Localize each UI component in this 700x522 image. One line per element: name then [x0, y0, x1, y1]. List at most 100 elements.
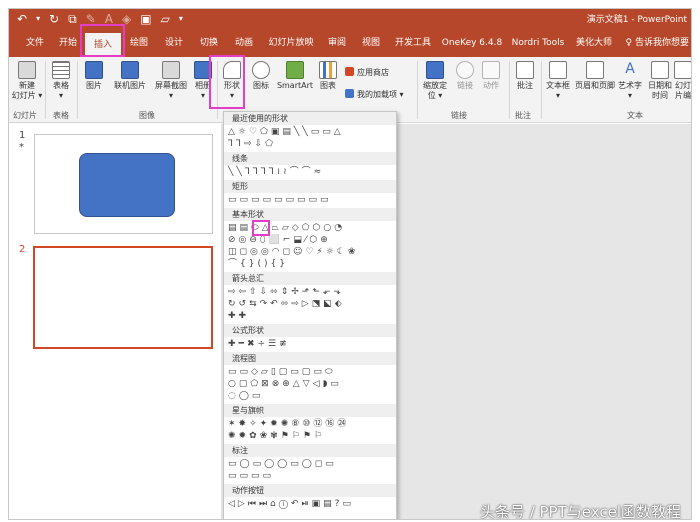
- header-footer-label: 页眉和页脚: [575, 81, 615, 90]
- tab-nordri-tools[interactable]: Nordri Tools: [506, 29, 570, 57]
- shape-glyphs[interactable]: ▭▭▭▭: [228, 471, 274, 481]
- shape-row-equation[interactable]: ✚━✖÷☰≢: [228, 339, 290, 349]
- tab-onekey[interactable]: OneKey 6.4.8: [440, 29, 504, 57]
- customize-qat-icon[interactable]: ▾: [179, 11, 183, 27]
- tab-draw[interactable]: 绘图: [122, 29, 156, 57]
- shape-row-rectangles[interactable]: ▭▭▭▭▭▭▭▭▭: [228, 195, 332, 205]
- chart-button[interactable]: 图表: [317, 61, 339, 91]
- window-title: 演示文稿1 - PowerPoint: [586, 15, 687, 25]
- comment-button[interactable]: 批注: [513, 61, 537, 91]
- slide-number-1: 1: [19, 130, 26, 141]
- slide-number-icon: [674, 61, 691, 79]
- shape-glyphs[interactable]: ✚✚: [228, 311, 249, 321]
- section-callouts: 标注: [224, 444, 396, 457]
- shape-glyphs[interactable]: ╲╲⅂⅂⅂⅂≀≀⌒⌒≈: [228, 167, 324, 177]
- tab-meihua-dashi[interactable]: 美化大师: [572, 29, 616, 57]
- save-icon[interactable]: ▣: [140, 11, 151, 27]
- tab-file[interactable]: 文件: [19, 29, 51, 57]
- slide-thumbnail-2[interactable]: [33, 246, 213, 349]
- shape-glyphs[interactable]: ▭▭◇▱▯▢▭▢▭⬭: [228, 367, 336, 377]
- smartart-button[interactable]: SmartArt: [275, 61, 315, 91]
- icons-button[interactable]: 图标: [249, 61, 273, 91]
- textbox-button[interactable]: 文本框 ▾: [543, 61, 573, 101]
- shape-glyphs[interactable]: ⊘◎⊖⬯⬜⌐⬓⁄⬡⊕: [228, 235, 331, 245]
- shape-glyphs[interactable]: ⅂⅂⇨⇩⬠: [228, 139, 276, 149]
- shape-row-callouts-2[interactable]: ▭▭▭▭: [228, 471, 274, 481]
- shape-row-recent-2[interactable]: ⅂⅂⇨⇩⬠: [228, 139, 276, 149]
- tab-view[interactable]: 视图: [354, 29, 388, 57]
- store-icon: [345, 67, 354, 76]
- start-from-beginning-icon[interactable]: ⧉: [68, 11, 77, 27]
- tell-me-label: 告诉我你想要: [634, 38, 689, 48]
- textbox-label: 文本框 ▾: [546, 81, 570, 100]
- shape-glyphs[interactable]: ◫◻◎◎◠◻☺♡⚡☼☾❀: [228, 247, 358, 257]
- shape-glyphs[interactable]: ▭◯▭◯◯▭◯◻▭: [228, 459, 337, 469]
- tab-slideshow[interactable]: 幻灯片放映: [262, 29, 320, 57]
- shape-glyphs[interactable]: ○▢⬠⊠⊗⊕△▽◁◗▭: [228, 379, 342, 389]
- tab-developer[interactable]: 开发工具: [388, 29, 438, 57]
- datetime-button[interactable]: 日期和时间: [645, 61, 675, 101]
- powerpoint-window: ↶ ▾ ↻ ⧉ ✎ A ◈ ▣ ▱ ▾ 演示文稿1 - PowerPoint 文…: [8, 8, 692, 520]
- shape-row-stars-2[interactable]: ✺✹✿❀✾⚑⚐⚑⚐: [228, 431, 325, 441]
- link-button[interactable]: 链接: [453, 61, 477, 91]
- zoom-icon: [426, 61, 444, 79]
- online-picture-button[interactable]: 联机图片: [109, 61, 151, 91]
- shape-glyphs[interactable]: ✚━✖÷☰≢: [228, 339, 290, 349]
- open-icon[interactable]: ▱: [161, 11, 170, 27]
- shape-row-arrows-2[interactable]: ↻↺⇆↷↶⬄⇨▷⬔⬕⬖: [228, 299, 345, 309]
- action-button[interactable]: 动作: [479, 61, 503, 91]
- wordart-button[interactable]: A 艺术字 ▾: [617, 61, 643, 101]
- header-footer-icon: [586, 61, 604, 79]
- datetime-label: 日期和时间: [648, 81, 672, 100]
- shape-row-basic-2[interactable]: ⊘◎⊖⬯⬜⌐⬓⁄⬡⊕: [228, 235, 331, 245]
- shape-row-recent-1[interactable]: △☼♡⬠▣▤╲╲▭▭△: [228, 127, 344, 137]
- shape-row-flowchart-2[interactable]: ○▢⬠⊠⊗⊕△▽◁◗▭: [228, 379, 342, 389]
- shape-glyphs[interactable]: ▤▤⬭△⏢▱◇⬠⬡○◔: [228, 223, 345, 233]
- slide-number-button[interactable]: 幻灯 片编: [673, 61, 691, 101]
- undo-dropdown-icon[interactable]: ▾: [36, 11, 40, 27]
- tell-me-box[interactable]: ♀ 告诉我你想要: [626, 29, 689, 57]
- shape-row-arrows-3[interactable]: ✚✚: [228, 311, 249, 321]
- shape-glyphs[interactable]: △☼♡⬠▣▤╲╲▭▭△: [228, 127, 344, 137]
- group-label-text: 文本: [627, 111, 643, 120]
- shape-row-callouts-1[interactable]: ▭◯▭◯◯▭◯◻▭: [228, 459, 337, 469]
- shape-glyphs[interactable]: ↻↺⇆↷↶⬄⇨▷⬔⬕⬖: [228, 299, 345, 309]
- my-addins-button[interactable]: 我的加载项 ▾: [345, 89, 404, 100]
- smartart-label: SmartArt: [276, 81, 314, 90]
- shape-row-basic-3[interactable]: ◫◻◎◎◠◻☺♡⚡☼☾❀: [228, 247, 358, 257]
- shape-row-action-buttons[interactable]: ◁▷⏮⏭⌂ⓘ↶⏯▣▤?▭: [228, 499, 354, 509]
- slide-thumbnail-1[interactable]: [34, 134, 213, 234]
- app-store-label: 应用商店: [357, 68, 389, 77]
- new-slide-button[interactable]: 新建 幻灯片 ▾: [11, 61, 43, 101]
- shape-row-basic-4[interactable]: ⌒{}(){}: [228, 259, 288, 269]
- tab-animations[interactable]: 动画: [226, 29, 262, 57]
- shape-glyphs[interactable]: ⇨⇦⇧⇩⬄⇕✢⬏⬑⬐⬎: [228, 287, 344, 297]
- shape-glyphs[interactable]: ▭▭▭▭▭▭▭▭▭: [228, 195, 332, 205]
- shape-glyphs[interactable]: ◁▷⏮⏭⌂ⓘ↶⏯▣▤?▭: [228, 499, 354, 509]
- shape-glyphs[interactable]: ◌◯▭: [228, 391, 263, 401]
- shape-row-basic-1[interactable]: ▤▤⬭△⏢▱◇⬠⬡○◔: [228, 223, 345, 233]
- shape-glyphs[interactable]: ✶✸✧✦✹✺⑧⑩⑫⑯㉔: [228, 419, 349, 429]
- group-separator: [417, 61, 418, 119]
- screenshot-button[interactable]: 屏幕截图 ▾: [153, 61, 189, 101]
- tab-transitions[interactable]: 切换: [192, 29, 226, 57]
- shape-row-lines[interactable]: ╲╲⅂⅂⅂⅂≀≀⌒⌒≈: [228, 167, 324, 177]
- picture-button[interactable]: 图片: [81, 61, 107, 91]
- shape-row-arrows-1[interactable]: ⇨⇦⇧⇩⬄⇕✢⬏⬑⬐⬎: [228, 287, 344, 297]
- rounded-rectangle-shape[interactable]: [79, 153, 175, 217]
- comment-label: 批注: [517, 81, 533, 90]
- tab-design[interactable]: 设计: [156, 29, 192, 57]
- table-button[interactable]: 表格 ▾: [49, 61, 73, 101]
- shape-glyphs[interactable]: ⌒{}(){}: [228, 259, 288, 269]
- redo-icon[interactable]: ↻: [49, 11, 59, 27]
- group-label-tables: 表格: [53, 111, 69, 120]
- app-store-button[interactable]: 应用商店: [345, 67, 389, 78]
- undo-icon[interactable]: ↶: [17, 11, 27, 27]
- shape-glyphs[interactable]: ✺✹✿❀✾⚑⚐⚑⚐: [228, 431, 325, 441]
- zoom-button[interactable]: 缩放定 位 ▾: [419, 61, 451, 101]
- shape-row-flowchart-3[interactable]: ◌◯▭: [228, 391, 263, 401]
- shape-row-stars-1[interactable]: ✶✸✧✦✹✺⑧⑩⑫⑯㉔: [228, 419, 349, 429]
- shape-row-flowchart-1[interactable]: ▭▭◇▱▯▢▭▢▭⬭: [228, 367, 336, 377]
- header-footer-button[interactable]: 页眉和页脚: [575, 61, 615, 91]
- tab-review[interactable]: 审阅: [320, 29, 354, 57]
